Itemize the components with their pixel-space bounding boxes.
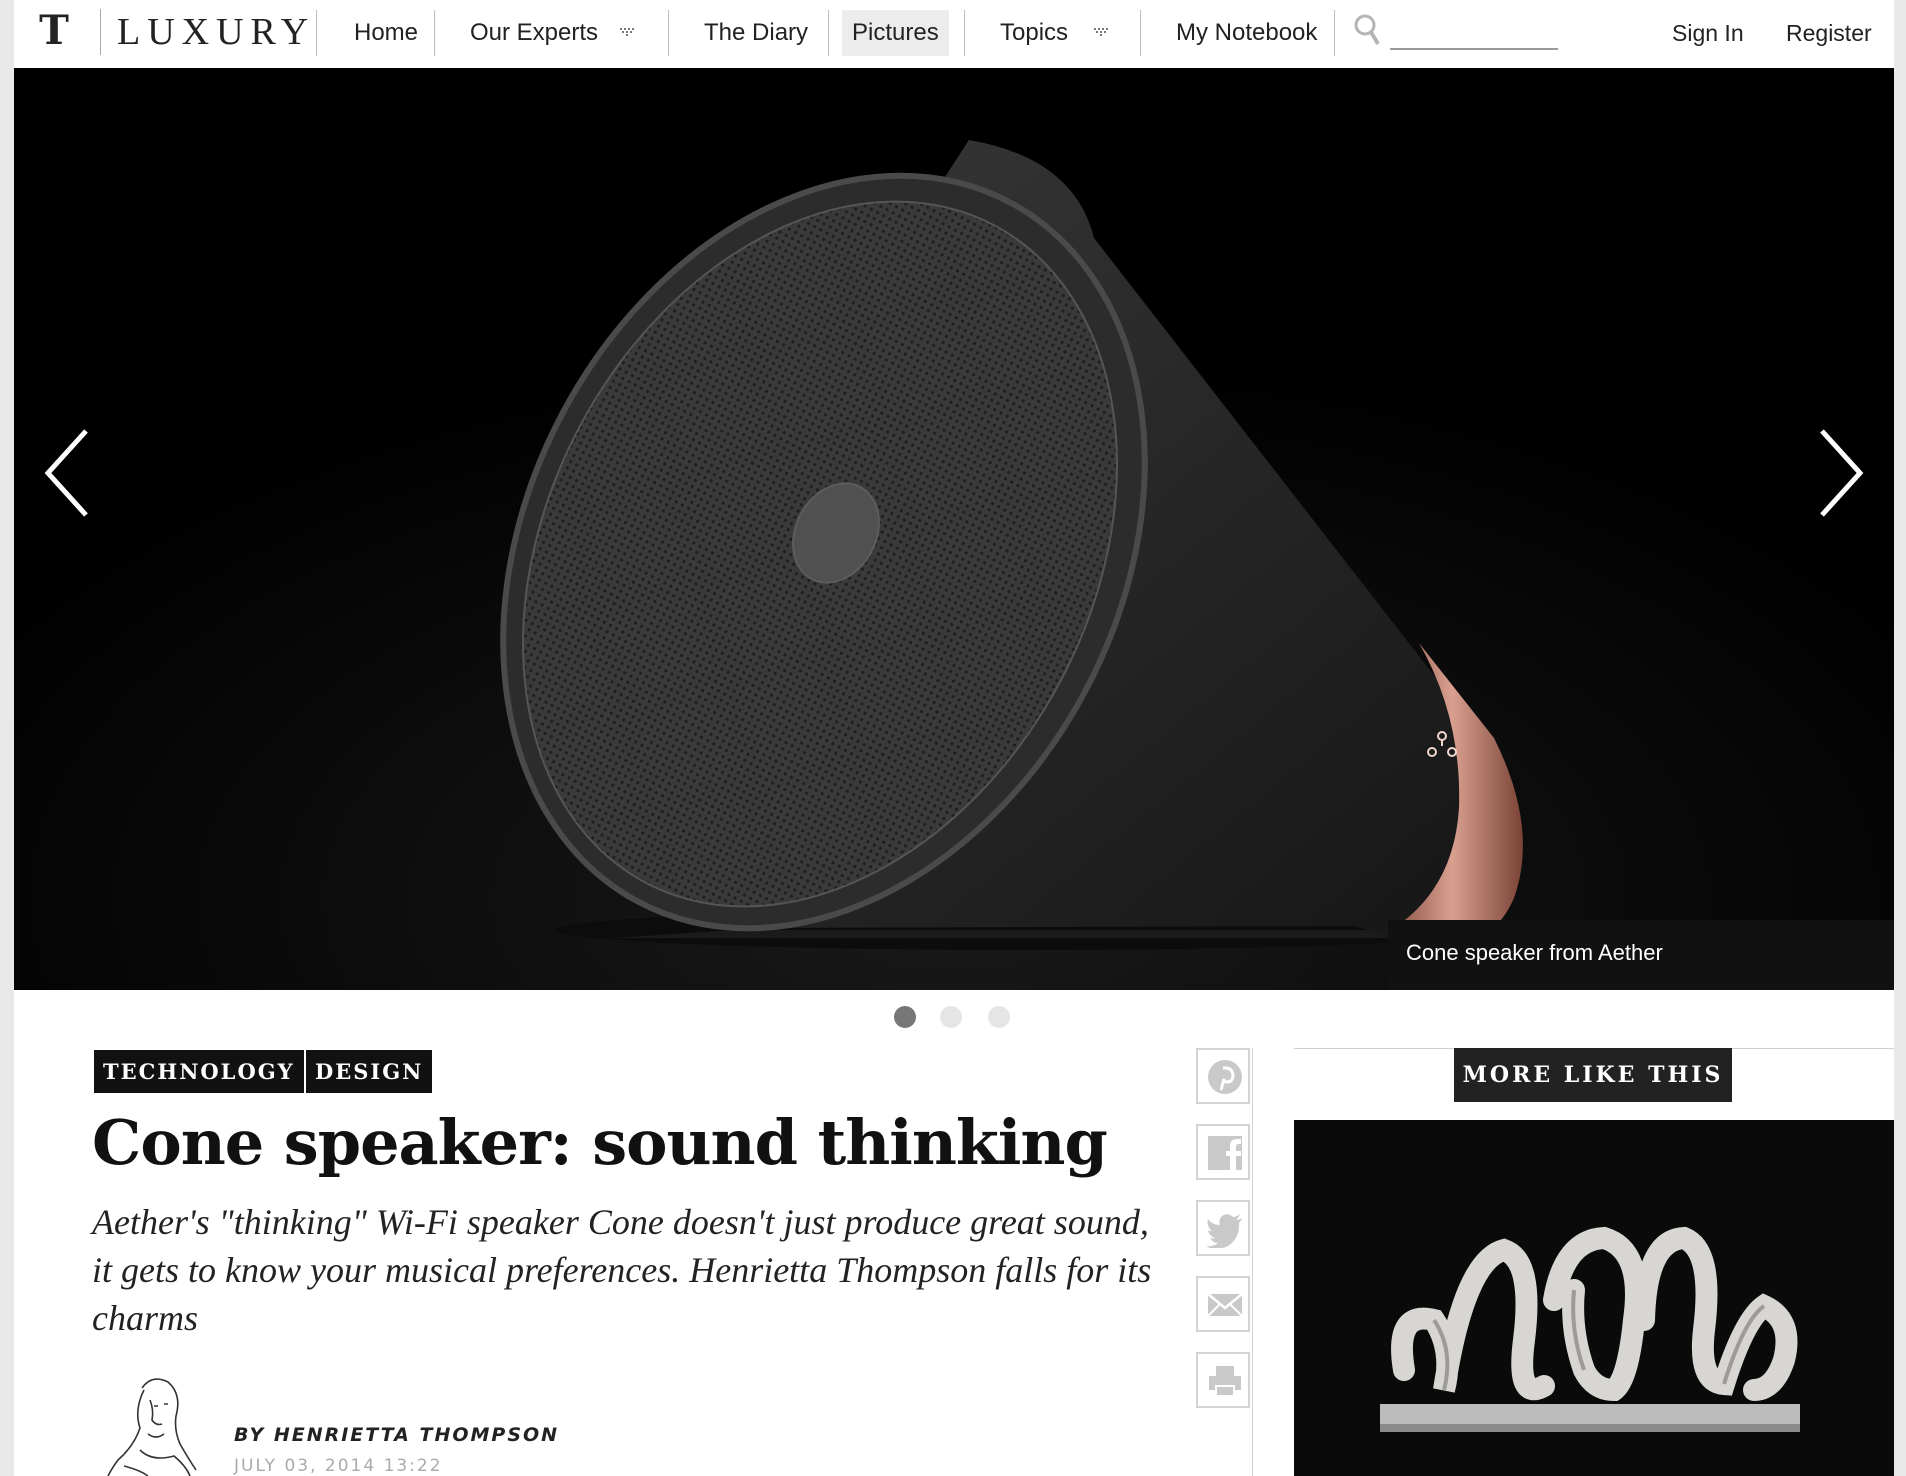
next-slide-arrow-icon[interactable]: [1810, 423, 1870, 523]
slide-caption: Cone speaker from Aether: [1406, 940, 1663, 965]
slide-caption-box: Cone speaker from Aether: [1388, 920, 1894, 990]
nav-divider: [1334, 10, 1335, 56]
more-like-this-card[interactable]: [1294, 1120, 1894, 1476]
print-button[interactable]: [1196, 1352, 1250, 1408]
previous-slide-arrow-icon[interactable]: [38, 423, 98, 523]
nav-divider: [316, 10, 317, 56]
slide-dot-2[interactable]: [940, 1006, 962, 1028]
nav-divider: [434, 10, 435, 56]
nav-divider: [964, 10, 965, 56]
tag-technology[interactable]: TECHNOLOGY: [94, 1050, 304, 1093]
cone-speaker-photo: [14, 68, 1894, 990]
facebook-share-button[interactable]: [1196, 1124, 1250, 1180]
tag-design[interactable]: DESIGN: [306, 1050, 433, 1093]
search-input[interactable]: [1390, 26, 1558, 50]
nav-divider: [1140, 10, 1141, 56]
share-rail: [1252, 1048, 1253, 1476]
author-byline[interactable]: BY HENRIETTA THOMPSON: [234, 1424, 559, 1446]
nav-item-topics[interactable]: Topics: [990, 10, 1078, 56]
nav-item-home[interactable]: Home: [344, 10, 428, 56]
luxury-logo[interactable]: LUXURY: [100, 9, 315, 55]
top-nav: T LUXURY Home Our Experts The Diary Pict…: [14, 0, 1894, 69]
sign-in-link[interactable]: Sign In: [1672, 18, 1744, 48]
pinterest-icon: [1208, 1060, 1242, 1094]
hero-slideshow: Cone speaker from Aether: [14, 68, 1894, 990]
search-icon[interactable]: [1352, 12, 1382, 48]
register-link[interactable]: Register: [1786, 18, 1872, 48]
pinterest-share-button[interactable]: [1196, 1048, 1250, 1104]
chevron-down-icon[interactable]: [620, 28, 636, 38]
print-icon: [1209, 1366, 1241, 1397]
article-headline: Cone speaker: sound thinking: [92, 1106, 1108, 1179]
slide-dot-3[interactable]: [988, 1006, 1010, 1028]
author-avatar[interactable]: [104, 1370, 200, 1476]
nav-item-my-notebook[interactable]: My Notebook: [1166, 10, 1327, 56]
email-share-button[interactable]: [1196, 1276, 1250, 1332]
nav-divider: [668, 10, 669, 56]
slide-dot-1[interactable]: [894, 1006, 916, 1028]
article-standfirst: Aether's "thinking" Wi-Fi speaker Cone d…: [92, 1202, 1152, 1338]
facebook-icon: [1208, 1136, 1242, 1170]
nav-item-the-diary[interactable]: The Diary: [694, 10, 818, 56]
telegraph-logo-icon[interactable]: T: [34, 8, 74, 54]
nav-item-pictures[interactable]: Pictures: [842, 10, 949, 56]
publish-date: JULY 03, 2014 13:22: [234, 1456, 443, 1476]
twitter-icon: [1206, 1214, 1242, 1248]
nav-item-our-experts[interactable]: Our Experts: [460, 10, 608, 56]
page: T LUXURY Home Our Experts The Diary Pict…: [14, 0, 1894, 1476]
email-icon: [1207, 1293, 1243, 1317]
nav-divider: [828, 10, 829, 56]
chevron-down-icon[interactable]: [1094, 28, 1110, 38]
twitter-share-button[interactable]: [1196, 1200, 1250, 1256]
more-like-this-heading: MORE LIKE THIS: [1454, 1048, 1732, 1102]
marble-sculpture-image: [1294, 1120, 1894, 1476]
